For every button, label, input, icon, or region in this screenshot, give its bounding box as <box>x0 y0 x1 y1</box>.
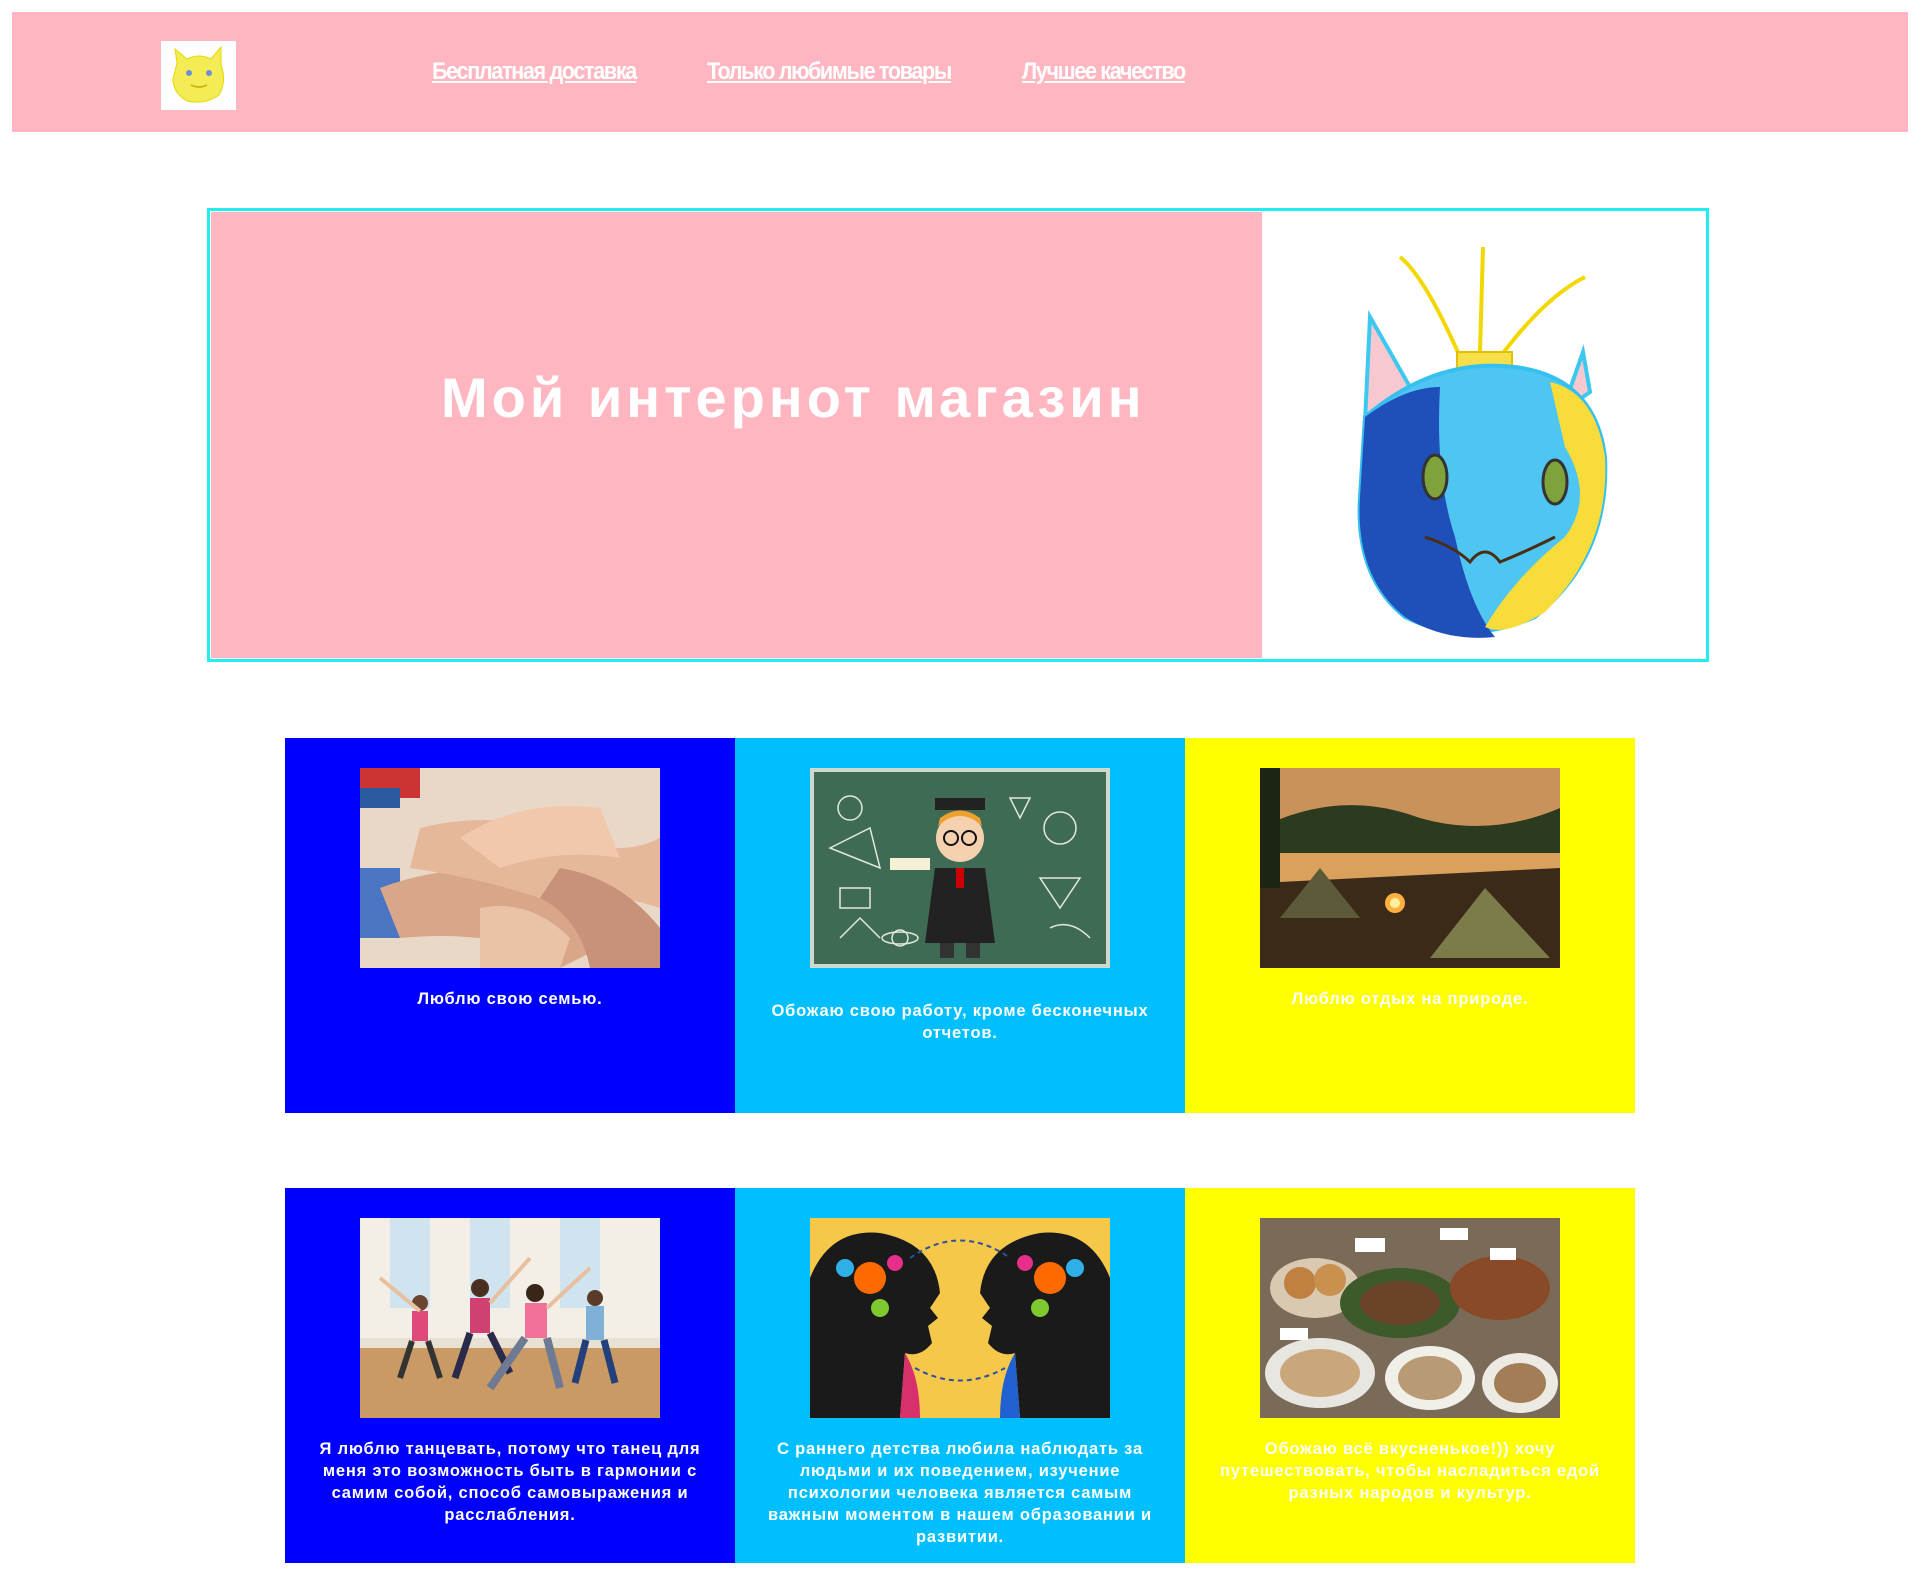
top-header: Бесплатная доставка Только любимые товар… <box>12 12 1908 132</box>
card-caption: Обожаю всё вкусненькое!)) хочу путешеств… <box>1220 1440 1600 1502</box>
psychology-heads-illustration-icon <box>810 1218 1110 1418</box>
card-work[interactable]: Обожаю свою работу, кроме бесконечных от… <box>735 738 1185 1113</box>
nav-link-best-quality[interactable]: Лучшее качество <box>1022 58 1186 86</box>
camping-lake-photo-icon <box>1260 768 1560 968</box>
hero-banner: Мой интернот магазин <box>207 208 1709 662</box>
nav-link-free-delivery[interactable]: Бесплатная доставка <box>432 58 637 86</box>
dance-class-photo-icon <box>360 1218 660 1418</box>
card-caption: С раннего детства любила наблюдать за лю… <box>767 1440 1152 1546</box>
teacher-chalkboard-illustration-icon <box>810 768 1110 968</box>
card-family[interactable]: Люблю свою семью. <box>285 738 735 1113</box>
hero-title: Мой интернот магазин <box>441 366 1146 429</box>
food-table-photo-icon <box>1260 1218 1560 1418</box>
card-caption: Я люблю танцевать, потому что танец для … <box>319 1440 701 1524</box>
cards-row-2: Я люблю танцевать, потому что танец для … <box>285 1188 1635 1563</box>
card-psychology[interactable]: С раннего детства любила наблюдать за лю… <box>735 1188 1185 1563</box>
hero-text-panel: Мой интернот магазин <box>211 212 1262 658</box>
card-caption: Обожаю свою работу, кроме бесконечных от… <box>771 1002 1149 1042</box>
card-caption: Люблю отдых на природе. <box>1291 990 1529 1008</box>
card-caption: Люблю свою семью. <box>417 990 603 1008</box>
card-nature[interactable]: Люблю отдых на природе. <box>1185 738 1635 1113</box>
cat-face-drawing-icon <box>1265 217 1705 657</box>
card-dance[interactable]: Я люблю танцевать, потому что танец для … <box>285 1188 735 1563</box>
cat-logo-icon[interactable] <box>161 41 236 110</box>
family-hands-photo-icon <box>360 768 660 968</box>
cards-row-1: Люблю свою семью. Обожаю свою работу, кр… <box>285 738 1635 1113</box>
card-food[interactable]: Обожаю всё вкусненькое!)) хочу путешеств… <box>1185 1188 1635 1563</box>
nav-link-favorite-goods[interactable]: Только любимые товары <box>707 58 952 86</box>
